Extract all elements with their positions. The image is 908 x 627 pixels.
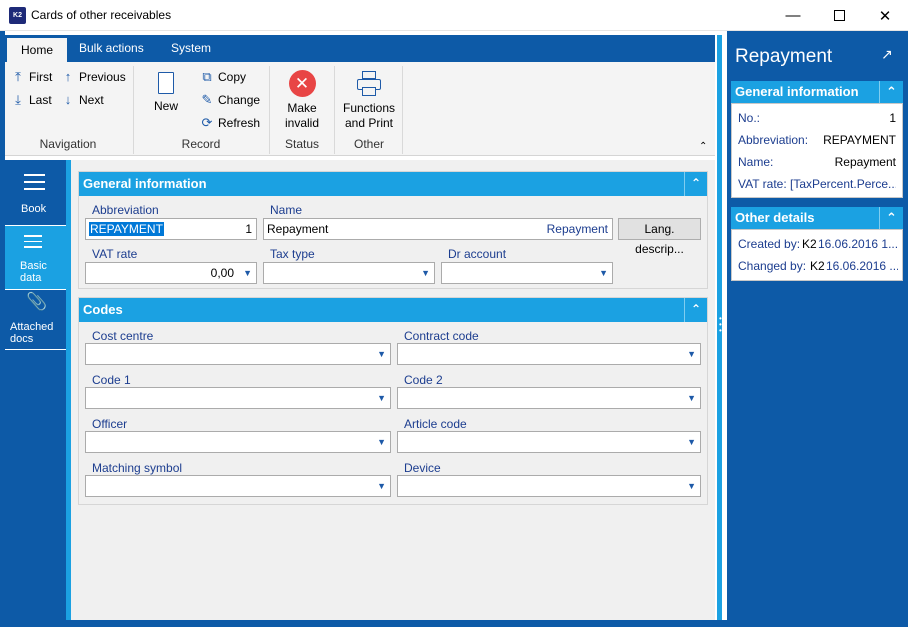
code1-label: Code 1 (92, 373, 131, 387)
code1-field[interactable]: ▼ (85, 387, 391, 409)
officer-field[interactable]: ▼ (85, 431, 391, 453)
abbreviation-field[interactable]: REPAYMENT 1 (85, 218, 257, 240)
copy-button[interactable]: ⧉ Copy (201, 69, 246, 85)
cost-centre-label: Cost centre (92, 329, 154, 343)
refresh-button[interactable]: ⟳ Refresh (201, 115, 260, 131)
minimize-button[interactable]: — (770, 0, 816, 31)
make-invalid-button[interactable]: ✕ Make invalid (278, 70, 326, 131)
pencil-icon: ✎ (201, 92, 213, 107)
collapse-panel-other-icon[interactable]: ⌃ (879, 207, 903, 229)
new-document-icon (158, 72, 174, 94)
matching-symbol-field[interactable]: ▼ (85, 475, 391, 497)
device-field[interactable]: ▼ (397, 475, 701, 497)
nav-book[interactable]: Book (5, 160, 66, 226)
app-icon: K2 (9, 7, 26, 24)
group-label-status: Status (284, 137, 320, 151)
dropdown-icon[interactable]: ▼ (377, 388, 386, 408)
tab-system[interactable]: System (157, 35, 225, 62)
open-external-icon[interactable]: ↗ (881, 46, 893, 63)
dr-account-field[interactable]: ▼ (441, 262, 613, 284)
officer-label: Officer (92, 417, 128, 431)
collapse-panel-general-icon[interactable]: ⌃ (879, 81, 903, 103)
article-code-label: Article code (404, 417, 467, 431)
ribbon-tabs: Home Bulk actions System (5, 35, 715, 62)
lang-description-button[interactable]: Lang. descrip... (618, 218, 701, 256)
previous-button[interactable]: ↑ Previous (62, 69, 126, 84)
window-frame-bottom (0, 620, 908, 627)
panel-general-header: General information ⌃ (731, 81, 903, 103)
ribbon-separator (133, 66, 134, 154)
article-code-field[interactable]: ▼ (397, 431, 701, 453)
splitter-grip-icon[interactable]: • • • (719, 315, 722, 335)
maximize-button[interactable] (816, 0, 862, 31)
first-button[interactable]: ⤒ First (12, 69, 52, 85)
window-title: Cards of other receivables (31, 8, 172, 22)
arrow-down-last-icon: ⤓ (15, 92, 21, 107)
group-label-record: Record (181, 137, 221, 151)
refresh-icon: ⟳ (201, 115, 213, 130)
vat-rate-label: VAT rate (92, 247, 138, 261)
new-button[interactable]: New (148, 72, 184, 114)
dropdown-icon[interactable]: ▼ (377, 344, 386, 364)
dropdown-icon[interactable]: ▼ (687, 432, 696, 452)
device-label: Device (404, 461, 441, 475)
contract-code-field[interactable]: ▼ (397, 343, 701, 365)
arrow-down-icon: ↓ (64, 92, 72, 107)
group-label-navigation: Navigation (39, 137, 97, 151)
ribbon-separator (334, 66, 335, 154)
code2-label: Code 2 (404, 373, 443, 387)
last-button[interactable]: ⤓ Last (12, 92, 52, 108)
window-frame-right (903, 31, 908, 627)
codes-header: Codes ⌃ (79, 298, 707, 322)
change-button[interactable]: ✎ Change (201, 92, 261, 108)
cost-centre-field[interactable]: ▼ (85, 343, 391, 365)
vat-rate-field[interactable]: 0,00 ▼ (85, 262, 257, 284)
next-button[interactable]: ↓ Next (62, 92, 104, 107)
list-icon (24, 235, 42, 248)
tax-type-field[interactable]: ▼ (263, 262, 435, 284)
panel-general-body: No.: 1 Abbreviation: REPAYMENT Name: Rep… (731, 103, 903, 198)
contract-code-label: Contract code (404, 329, 479, 343)
arrow-up-icon: ↑ (64, 69, 72, 84)
name-field[interactable]: Repayment Repayment (263, 218, 613, 240)
dr-account-label: Dr account (448, 247, 507, 261)
left-nav: Book Basic data 📎 Attached docs (5, 160, 66, 620)
hamburger-icon (24, 174, 45, 190)
collapse-general-button[interactable]: ⌃ (684, 172, 707, 196)
paperclip-icon: 📎 (26, 292, 48, 311)
abbreviation-label: Abbreviation (92, 203, 159, 217)
printer-icon (356, 70, 382, 97)
dropdown-icon[interactable]: ▼ (687, 344, 696, 364)
panel-other-header: Other details ⌃ (731, 207, 903, 229)
ribbon-separator (402, 66, 403, 154)
invalid-x-icon: ✕ (288, 70, 316, 97)
dropdown-icon[interactable]: ▼ (687, 388, 696, 408)
general-information-header: General information ⌃ (79, 172, 707, 196)
panel-title: Repayment (735, 46, 833, 67)
arrow-up-first-icon: ⤒ (15, 69, 21, 84)
ribbon-separator (269, 66, 270, 154)
dropdown-icon[interactable]: ▼ (599, 263, 608, 283)
tab-home[interactable]: Home (7, 38, 68, 62)
dropdown-icon[interactable]: ▼ (421, 263, 430, 283)
name-label: Name (270, 203, 303, 217)
matching-symbol-label: Matching symbol (92, 461, 183, 475)
functions-and-print-button[interactable]: Functions and Print (340, 70, 398, 131)
dropdown-icon[interactable]: ▼ (377, 476, 386, 496)
dropdown-icon[interactable]: ▼ (377, 432, 386, 452)
collapse-codes-button[interactable]: ⌃ (684, 298, 707, 322)
ribbon-collapse-icon[interactable]: ⌃ (699, 141, 707, 152)
tax-type-label: Tax type (270, 247, 315, 261)
nav-basic-data[interactable]: Basic data (5, 226, 66, 290)
copy-icon: ⧉ (202, 69, 212, 84)
code2-field[interactable]: ▼ (397, 387, 701, 409)
group-label-other: Other (353, 137, 384, 151)
panel-other-body: Created by: K2 16.06.2016 1... Changed b… (731, 229, 903, 281)
dropdown-icon[interactable]: ▼ (243, 263, 252, 283)
close-button[interactable]: ✕ (862, 0, 908, 31)
dropdown-icon[interactable]: ▼ (687, 476, 696, 496)
nav-attached-docs[interactable]: 📎 Attached docs (5, 290, 66, 350)
tab-bulk-actions[interactable]: Bulk actions (65, 35, 158, 62)
